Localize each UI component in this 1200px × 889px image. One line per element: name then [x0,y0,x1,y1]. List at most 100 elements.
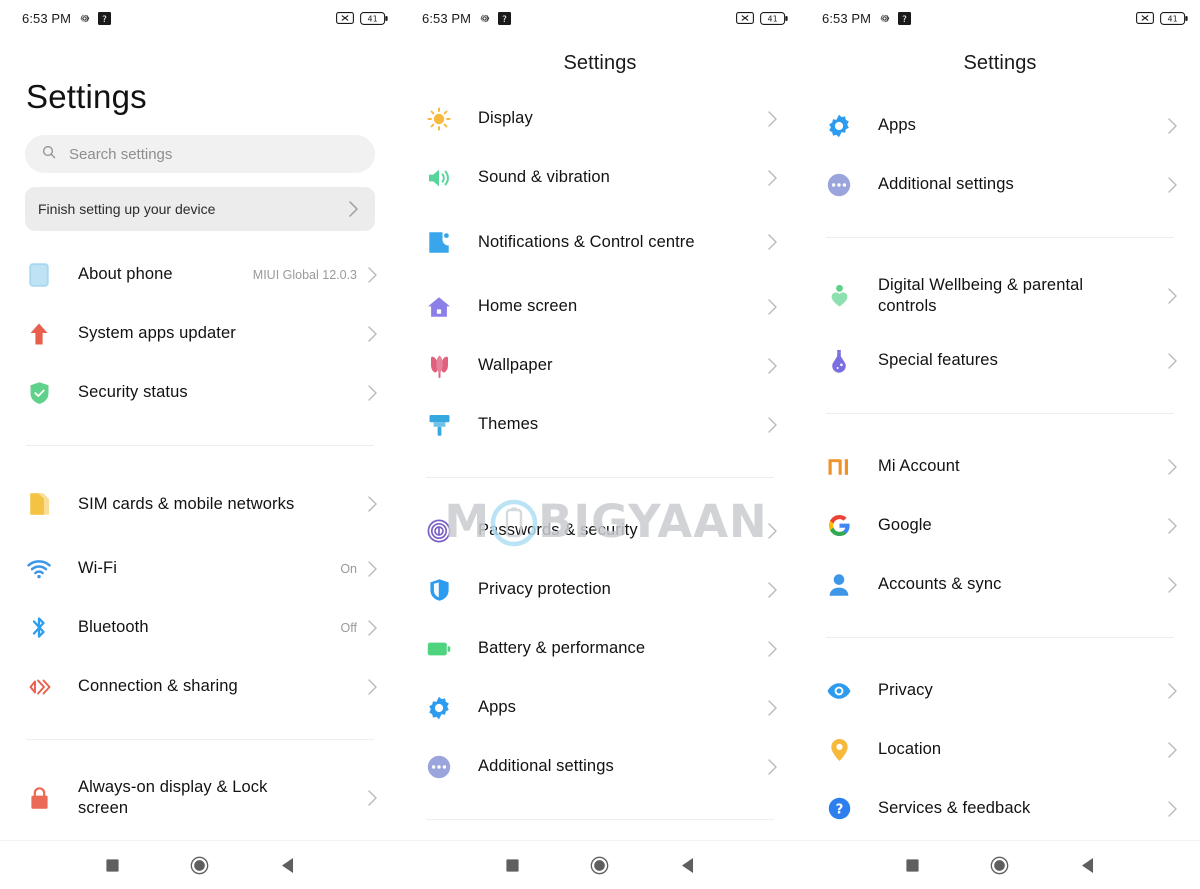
back-button[interactable] [280,857,295,874]
chevron-right-icon [1167,176,1178,194]
settings-row[interactable]: Connection & sharing [0,657,400,716]
home-button[interactable] [590,856,609,875]
settings-row[interactable]: Mi Account [800,437,1200,496]
chevron-right-icon [767,581,778,599]
settings-row[interactable]: ? Services & feedback [800,779,1200,838]
list-divider [426,819,774,820]
settings-row[interactable]: Google [800,496,1200,555]
settings-row[interactable]: About phone MIUI Global 12.0.3 [0,245,400,304]
privacy-shield-icon [426,577,452,603]
list-group-spacer [400,796,800,819]
battery-icon: 41 [360,11,388,25]
status-time: 6:53 PM [422,10,472,26]
finish-setup-label: Finish setting up your device [38,201,216,217]
settings-row[interactable]: System apps updater [0,304,400,363]
ellipsis-circle-icon [826,172,852,198]
list-group-spacer [800,614,1200,637]
battery-icon: 41 [1160,11,1188,25]
settings-list-1: About phone MIUI Global 12.0.3 System apps… [0,245,400,857]
settings-row[interactable]: Display [400,89,800,148]
settings-row-label: Google [878,516,932,535]
back-button[interactable] [1080,857,1095,874]
search-input[interactable]: Search settings [25,135,375,173]
settings-row[interactable]: Battery & performance [400,619,800,678]
home-icon [426,294,452,320]
chevron-right-icon [767,357,778,375]
settings-row[interactable]: Passwords & security [400,501,800,560]
question-badge-icon: ? [898,11,912,25]
settings-row[interactable]: Bluetooth Off [0,598,400,657]
status-bar-right: 41 [736,11,788,25]
settings-row[interactable]: Apps [800,96,1200,155]
shield-check-icon [26,380,52,406]
settings-row[interactable]: Security status [0,363,400,422]
settings-row-label: Privacy [878,681,933,700]
settings-row[interactable]: SIM cards & mobile networks [0,469,400,539]
settings-row[interactable]: Digital Wellbeing & parental controls [800,261,1200,331]
navigation-bar [800,840,1200,889]
chevron-right-icon [367,325,378,343]
settings-row-label: Apps [478,698,517,717]
recents-button[interactable] [505,858,520,873]
home-button[interactable] [990,856,1009,875]
settings-row[interactable]: Additional settings [800,155,1200,214]
page-title: Settings [26,78,147,115]
location-pin-icon [826,737,852,763]
gear-flower-icon [426,695,452,721]
settings-row[interactable]: Notifications & Control centre [400,207,800,277]
eye-icon [826,678,852,704]
svg-text:?: ? [502,14,507,24]
settings-row[interactable]: Wi-Fi On [0,539,400,598]
settings-row-label: Connection & sharing [78,677,238,696]
speaker-icon [426,165,452,191]
svg-text:?: ? [835,802,843,817]
finish-setup-card[interactable]: Finish setting up your device [25,187,375,231]
chevron-right-icon [1167,352,1178,370]
settings-row[interactable]: Always-on display & Lock screen [0,763,400,833]
list-group-spacer [400,478,800,501]
chevron-right-icon [367,384,378,402]
chevron-right-icon [767,522,778,540]
status-time: 6:53 PM [22,10,72,26]
status-bar-right: 41 [336,11,388,25]
settings-row[interactable]: Privacy protection [400,560,800,619]
status-bar: 6:53 PM ? 41 [0,0,400,36]
settings-row[interactable]: Privacy [800,661,1200,720]
gear-icon [878,12,891,25]
settings-row[interactable]: Additional settings [400,737,800,796]
recents-button[interactable] [905,858,920,873]
status-bar: 6:53 PM ? 41 [400,0,800,36]
recents-button[interactable] [105,858,120,873]
connection-sharing-icon [26,674,52,700]
settings-row-label: Mi Account [878,457,960,476]
settings-row-label: Display [478,109,533,128]
settings-row[interactable]: Accounts & sync [800,555,1200,614]
settings-row-value: On [340,561,357,576]
home-button[interactable] [190,856,209,875]
settings-row[interactable]: Home screen [400,277,800,336]
question-circle-icon: ? [826,796,852,822]
chevron-right-icon [367,560,378,578]
back-button[interactable] [680,857,695,874]
settings-row-label: System apps updater [78,324,236,343]
list-group-spacer [800,238,1200,261]
settings-row[interactable]: Sound & vibration [400,148,800,207]
settings-row[interactable]: Location [800,720,1200,779]
settings-row[interactable]: Themes [400,395,800,454]
battery-icon: 41 [760,11,788,25]
person-icon [826,572,852,598]
battery-level: 41 [1168,14,1178,23]
chevron-right-icon [767,699,778,717]
search-icon [41,144,57,165]
settings-row[interactable]: Special features [800,331,1200,390]
svg-text:?: ? [102,14,107,24]
no-sim-icon [1136,12,1154,24]
phone-outline-icon [26,262,52,288]
paint-brush-icon [426,412,452,438]
chevron-right-icon [367,789,378,807]
settings-row[interactable]: Apps [400,678,800,737]
search-placeholder: Search settings [69,145,173,163]
settings-row[interactable]: Wallpaper [400,336,800,395]
settings-row-label: Apps [878,116,917,135]
settings-list-2: Display Sound & vibration Notifications & … [400,89,800,820]
